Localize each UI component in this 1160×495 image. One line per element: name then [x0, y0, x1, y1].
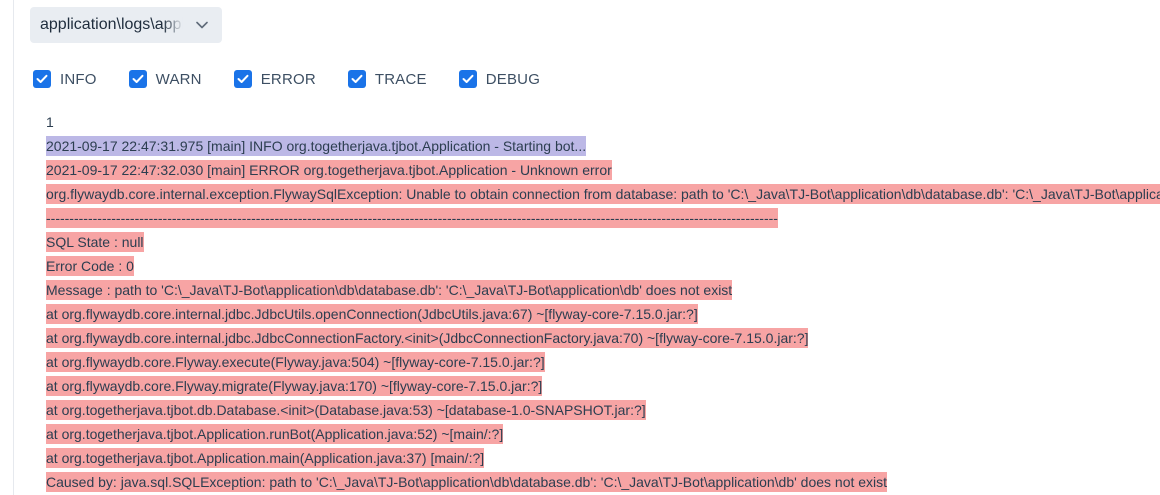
checkbox-checked-icon[interactable]: [458, 70, 477, 88]
filter-error[interactable]: ERROR: [233, 70, 316, 88]
log-line: 2021-09-17 22:47:32.030 [main] ERROR org…: [46, 160, 612, 180]
checkbox-checked-icon[interactable]: [347, 70, 366, 88]
filter-label: WARN: [155, 70, 202, 88]
filter-trace[interactable]: TRACE: [347, 70, 427, 88]
log-line: Message : path to 'C:\_Java\TJ-Bot\appli…: [46, 280, 733, 300]
filter-info[interactable]: INFO: [33, 70, 97, 88]
log-line: org.flywaydb.core.internal.exception.Fly…: [46, 184, 1160, 204]
filter-label: ERROR: [260, 70, 316, 88]
checkbox-checked-icon[interactable]: [33, 70, 51, 88]
filter-label: DEBUG: [485, 70, 541, 88]
log-line: at org.togetherjava.tjbot.db.Database.<i…: [46, 400, 646, 420]
checkbox-checked-icon[interactable]: [128, 70, 147, 88]
log-line: at org.togetherjava.tjbot.Application.ma…: [46, 448, 485, 468]
filter-label: TRACE: [374, 70, 427, 88]
log-line: ----------------------------------------…: [46, 208, 778, 228]
log-level-filters: INFO WARN ERROR TRACE DEBUG: [33, 68, 572, 90]
chevron-down-icon: [195, 18, 209, 32]
log-line: at org.flywaydb.core.internal.jdbc.JdbcU…: [46, 304, 698, 324]
log-file-select-value: application\logs\application.log: [40, 16, 183, 33]
filter-label: INFO: [60, 70, 97, 88]
log-line: SQL State : null: [46, 232, 144, 252]
log-line: at org.flywaydb.core.Flyway.execute(Flyw…: [46, 352, 545, 372]
log-line: at org.togetherjava.tjbot.Application.ru…: [46, 424, 504, 444]
checkbox-checked-icon[interactable]: [233, 70, 252, 88]
filter-debug[interactable]: DEBUG: [458, 70, 541, 88]
panel-border: [13, 0, 14, 495]
log-viewer: 1 2021-09-17 22:47:31.975 [main] INFO or…: [46, 112, 1160, 495]
log-line: at org.flywaydb.core.Flyway.migrate(Flyw…: [46, 376, 543, 396]
log-line: at org.flywaydb.core.internal.jdbc.JdbcC…: [46, 328, 809, 348]
filter-warn[interactable]: WARN: [128, 70, 202, 88]
log-file-select[interactable]: application\logs\application.log: [30, 7, 222, 43]
line-number: 1: [46, 114, 54, 130]
log-line: Caused by: java.sql.SQLException: path t…: [46, 472, 888, 492]
log-line: Error Code : 0: [46, 256, 134, 276]
log-line: 2021-09-17 22:47:31.975 [main] INFO org.…: [46, 136, 587, 156]
